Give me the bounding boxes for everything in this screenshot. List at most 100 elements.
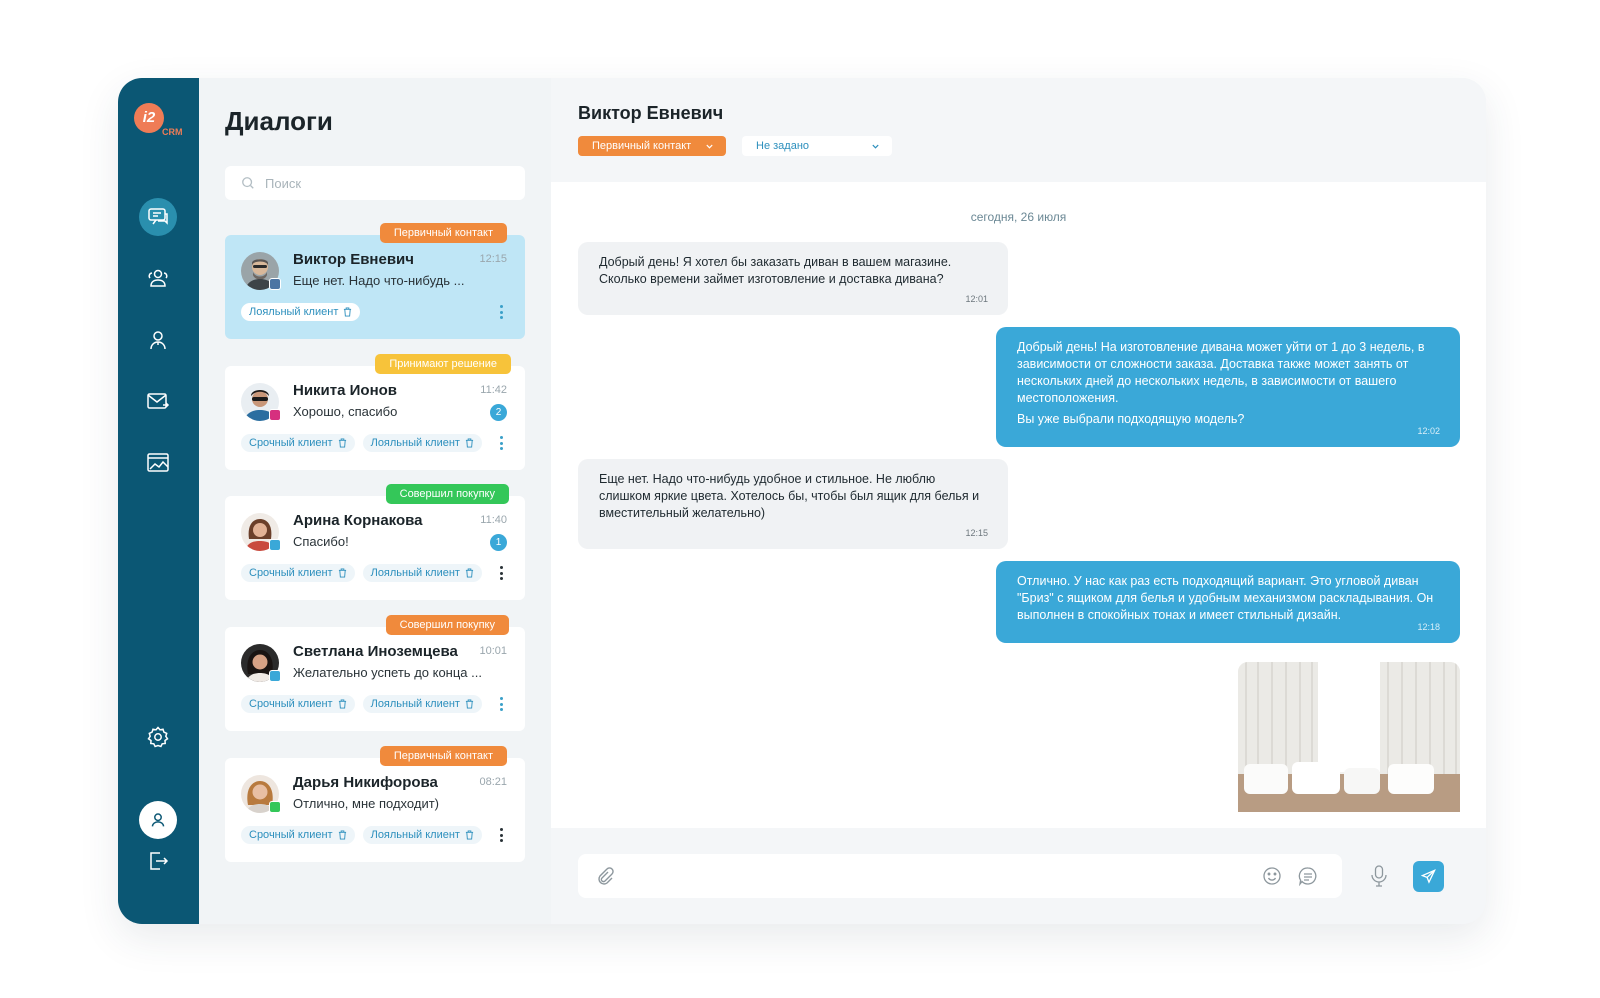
nav-clients[interactable] [139, 259, 177, 297]
status-dropdown[interactable]: Первичный контакт [578, 136, 726, 156]
emoji-icon[interactable] [1262, 866, 1282, 886]
status-tag: Совершил покупку [385, 615, 509, 635]
assignee-dropdown[interactable]: Не задано [742, 136, 892, 156]
logo-sub: CRM [162, 127, 183, 137]
vk-icon [269, 278, 281, 290]
gallery-icon [147, 453, 169, 472]
message-input[interactable] [624, 866, 1244, 881]
client-tag-label: Лояльный клиент [370, 437, 460, 449]
client-tag-label: Срочный клиент [249, 567, 333, 579]
trash-icon[interactable] [465, 830, 474, 840]
client-tag-label: Срочный клиент [249, 437, 333, 449]
unread-badge: 2 [490, 404, 507, 421]
more-icon[interactable] [499, 828, 503, 842]
attach-icon[interactable] [596, 867, 614, 885]
logo[interactable]: i2 CRM [134, 103, 188, 143]
trash-icon[interactable] [338, 568, 347, 578]
trash-icon[interactable] [338, 699, 347, 709]
client-tag-label: Лояльный клиент [370, 567, 460, 579]
status-tag: Принимают решение [375, 354, 511, 374]
client-tag-label: Лояльный клиент [249, 306, 339, 318]
tag-list: Срочный клиент Лояльный клиент [241, 695, 482, 713]
telegram-icon [269, 539, 281, 551]
dialog-card[interactable]: Первичный контакт Виктор Евневич 12:15 Е… [225, 223, 525, 339]
status-tag: Первичный контакт [379, 223, 507, 243]
message-preview: Спасибо! [293, 534, 349, 549]
nav-reports[interactable] [139, 444, 177, 482]
user-icon [150, 331, 166, 350]
dialog-card[interactable]: Совершил покупку Светлана Иноземцева 10:… [225, 615, 525, 731]
contact-name: Арина Корнакова [293, 512, 423, 529]
templates-icon[interactable] [1298, 866, 1318, 886]
message-preview: Отлично, мне подходит) [293, 796, 439, 811]
image-attachment[interactable] [1238, 662, 1460, 812]
nav-settings[interactable] [139, 718, 177, 756]
dialog-card[interactable]: Первичный контакт Дарья Никифорова 08:21… [225, 746, 525, 862]
unread-badge: 1 [490, 534, 507, 551]
assignee-dropdown-label: Не задано [756, 140, 810, 152]
chevron-down-icon [871, 136, 880, 163]
date-separator: сегодня, 26 июля [970, 210, 1067, 224]
composer [551, 828, 1486, 924]
message-time: 12:15 [479, 253, 507, 265]
instagram-icon [269, 409, 281, 421]
send-button[interactable] [1413, 861, 1444, 892]
outgoing-message: Добрый день! На изготовление дивана може… [996, 327, 1460, 447]
nav-contacts[interactable] [139, 321, 177, 359]
more-icon[interactable] [499, 566, 503, 580]
client-tag[interactable]: Срочный клиент [241, 695, 355, 713]
search-input[interactable] [265, 175, 505, 191]
client-tag-label: Срочный клиент [249, 698, 333, 710]
message-input-box[interactable] [578, 854, 1342, 898]
trash-icon[interactable] [465, 568, 474, 578]
chat-icon [148, 208, 168, 225]
status-tag: Первичный контакт [379, 746, 507, 766]
microphone-icon[interactable] [1369, 865, 1389, 887]
message-time: 12:18 [1417, 622, 1440, 632]
chat-panel: Виктор Евневич Первичный контакт Не зада… [551, 78, 1486, 924]
contact-name: Виктор Евневич [293, 251, 414, 268]
client-tag[interactable]: Лояльный клиент [362, 564, 482, 582]
client-tag[interactable]: Лояльный клиент [362, 434, 482, 452]
logout-button[interactable] [139, 842, 177, 880]
message-text: Отлично. У нас как раз есть подходящий в… [1017, 574, 1434, 622]
nav-dialogs[interactable] [139, 198, 177, 236]
chat-contact-name: Виктор Евневич [578, 103, 724, 123]
trash-icon[interactable] [338, 830, 347, 840]
client-tag[interactable]: Лояльный клиент [362, 695, 482, 713]
profile-button[interactable] [139, 801, 177, 839]
logout-icon [150, 852, 169, 870]
tag-list: Лояльный клиент [241, 303, 361, 321]
client-tag[interactable]: Срочный клиент [241, 434, 355, 452]
search-icon [242, 177, 254, 189]
client-tag[interactable]: Лояльный клиент [362, 826, 482, 844]
nav-mailing[interactable] [139, 382, 177, 420]
trash-icon[interactable] [465, 699, 474, 709]
message-time: 10:01 [479, 645, 507, 657]
incoming-message: Добрый день! Я хотел бы заказать диван в… [578, 242, 1008, 315]
message-preview: Хорошо, спасибо [293, 404, 398, 419]
client-tag-label: Срочный клиент [249, 829, 333, 841]
chat-header: Виктор Евневич Первичный контакт Не зада… [551, 78, 1486, 182]
message-preview: Желательно успеть до конца ... [293, 665, 482, 680]
client-tag[interactable]: Лояльный клиент [241, 303, 361, 321]
trash-icon[interactable] [465, 438, 474, 448]
client-tag[interactable]: Срочный клиент [241, 564, 355, 582]
more-icon[interactable] [499, 436, 503, 450]
search-box[interactable] [225, 166, 525, 200]
send-icon [1421, 869, 1436, 884]
dialog-card[interactable]: Принимают решение Никита Ионов 11:42 Хор… [225, 354, 525, 470]
trash-icon[interactable] [343, 307, 352, 317]
more-icon[interactable] [499, 697, 503, 711]
more-icon[interactable] [499, 305, 503, 319]
trash-icon[interactable] [338, 438, 347, 448]
client-tag[interactable]: Срочный клиент [241, 826, 355, 844]
sidebar: i2 CRM [118, 78, 199, 924]
dialog-card[interactable]: Совершил покупку Арина Корнакова 11:40 С… [225, 484, 525, 600]
message-time: 11:42 [480, 384, 507, 396]
message-time: 12:15 [965, 528, 988, 538]
dialogs-panel: Диалоги Первичный контакт Виктор Евневич… [199, 78, 551, 924]
telegram-icon [269, 670, 281, 682]
message-preview: Еще нет. Надо что-нибудь ... [293, 273, 465, 288]
users-icon [148, 269, 168, 287]
